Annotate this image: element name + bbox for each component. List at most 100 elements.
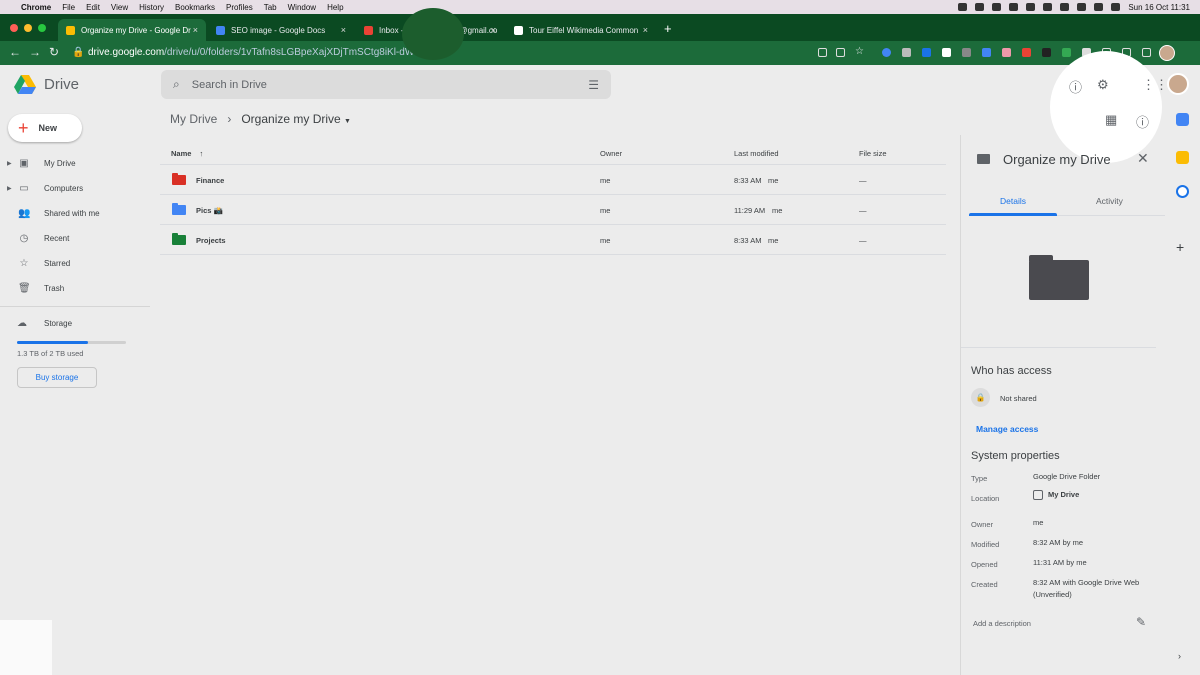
tab-close-icon[interactable]: × xyxy=(341,25,346,35)
file-modified-by: me xyxy=(768,176,779,185)
column-header-size[interactable]: File size xyxy=(859,149,887,158)
add-addon-icon[interactable]: + xyxy=(1176,239,1184,255)
tab-organize-my-drive[interactable]: Organize my Drive - Google Dr × xyxy=(58,19,206,41)
chrome-profile-avatar[interactable] xyxy=(1159,45,1175,61)
extension-icon[interactable] xyxy=(962,48,971,57)
window-close-button[interactable] xyxy=(10,24,18,32)
menu-tab[interactable]: Tab xyxy=(264,3,277,12)
tab-close-icon[interactable]: × xyxy=(491,25,496,35)
bookmark-star-icon[interactable]: ☆ xyxy=(855,46,864,57)
menu-edit[interactable]: Edit xyxy=(86,3,100,12)
extension-icon[interactable] xyxy=(1022,48,1031,57)
menu-help[interactable]: Help xyxy=(327,3,343,12)
tray-app-icon[interactable] xyxy=(1043,3,1053,11)
tab-close-icon[interactable]: × xyxy=(643,25,648,35)
breadcrumb-my-drive[interactable]: My Drive xyxy=(170,112,217,126)
extension-icon[interactable] xyxy=(1042,48,1051,57)
sidebar-item-trash[interactable]: 🗑 Trash xyxy=(0,278,150,298)
file-row-finance[interactable]: Finance me 8:33 AM me — xyxy=(160,165,946,195)
column-header-modified[interactable]: Last modified xyxy=(734,149,779,158)
extension-icon[interactable] xyxy=(902,48,911,57)
menubar-clock[interactable]: Sun 16 Oct 11:31 xyxy=(1128,3,1190,12)
extension-icon[interactable] xyxy=(1062,48,1071,57)
reload-icon[interactable]: ↻ xyxy=(49,45,59,59)
calendar-icon[interactable] xyxy=(1176,113,1189,126)
new-button[interactable]: + New xyxy=(8,114,82,142)
lock-icon[interactable]: 🔒 xyxy=(72,47,84,58)
file-row-projects[interactable]: Projects me 8:33 AM me — xyxy=(160,225,946,255)
apps-grid-icon[interactable]: ⋮⋮ xyxy=(1142,77,1168,93)
sort-arrow-up-icon[interactable]: ↑ xyxy=(200,149,204,158)
window-zoom-button[interactable] xyxy=(38,24,46,32)
search-icon[interactable] xyxy=(1111,3,1121,11)
prop-value-location[interactable]: My Drive xyxy=(1033,489,1153,501)
sidebar-item-recent[interactable]: ◷ Recent xyxy=(0,228,150,248)
tab-details[interactable]: Details xyxy=(1000,196,1026,206)
menu-app-name[interactable]: Chrome xyxy=(21,3,51,12)
extension-icon[interactable] xyxy=(1002,48,1011,57)
settings-gear-icon[interactable]: ⚙ xyxy=(1097,77,1109,93)
tray-app-icon[interactable] xyxy=(992,3,1002,11)
back-icon[interactable]: ← xyxy=(9,45,21,59)
add-description-input[interactable]: Add a description xyxy=(973,619,1031,628)
breadcrumb-current-folder[interactable]: Organize my Drive ▼ xyxy=(241,112,351,126)
sidebar-item-storage[interactable]: ☁ Storage xyxy=(0,313,150,333)
close-icon[interactable]: ✕ xyxy=(1137,150,1149,167)
menu-window[interactable]: Window xyxy=(288,3,316,12)
new-tab-button[interactable]: + xyxy=(664,21,672,36)
tray-app-icon[interactable] xyxy=(1009,3,1019,11)
expand-caret-icon[interactable]: ▶ xyxy=(7,160,12,167)
menu-file[interactable]: File xyxy=(62,3,75,12)
details-info-icon[interactable]: ⓘ xyxy=(1136,112,1149,131)
sidebar-item-my-drive[interactable]: ▶ ▣ My Drive xyxy=(0,153,150,173)
sidebar-item-shared[interactable]: 👥 Shared with me xyxy=(0,203,150,223)
menu-history[interactable]: History xyxy=(139,3,164,12)
drive-triangle-icon xyxy=(14,75,36,94)
tray-app-icon[interactable] xyxy=(958,3,968,11)
tray-app-icon[interactable] xyxy=(1060,3,1070,11)
menu-profiles[interactable]: Profiles xyxy=(226,3,253,12)
buy-storage-button[interactable]: Buy storage xyxy=(17,367,97,388)
side-panel-icon[interactable] xyxy=(1142,48,1151,57)
menu-bookmarks[interactable]: Bookmarks xyxy=(175,3,215,12)
tab-seo-image[interactable]: SEO image - Google Docs × xyxy=(208,19,354,41)
menu-view[interactable]: View xyxy=(111,3,128,12)
keep-icon[interactable] xyxy=(1176,151,1189,164)
tab-close-icon[interactable]: × xyxy=(193,25,198,35)
file-row-pics[interactable]: Pics 📸 me 11:29 AM me — xyxy=(160,195,946,225)
grid-view-icon[interactable]: ▦ xyxy=(1105,112,1117,128)
wifi-icon[interactable] xyxy=(1094,3,1104,11)
address-bar[interactable]: drive.google.com/drive/u/0/folders/1vTaf… xyxy=(88,47,421,58)
column-header-owner[interactable]: Owner xyxy=(600,149,622,158)
location-link[interactable]: My Drive xyxy=(1048,489,1079,501)
extension-icon[interactable] xyxy=(942,48,951,57)
chevron-right-icon[interactable]: › xyxy=(1178,651,1181,661)
manage-access-link[interactable]: Manage access xyxy=(976,424,1038,434)
tray-app-icon[interactable] xyxy=(1077,3,1087,11)
account-avatar[interactable] xyxy=(1167,73,1189,95)
drive-logo[interactable]: Drive xyxy=(14,75,79,94)
sidebar-item-label: Shared with me xyxy=(44,208,100,218)
sidebar-item-computers[interactable]: ▶ ▭ Computers xyxy=(0,178,150,198)
search-icon[interactable]: ⌕ xyxy=(173,77,180,92)
tab-tour-eiffel[interactable]: Tour Eiffel Wikimedia Common × xyxy=(506,19,656,41)
tray-app-icon[interactable] xyxy=(1026,3,1036,11)
tasks-icon[interactable] xyxy=(1176,185,1189,198)
tab-activity[interactable]: Activity xyxy=(1096,196,1123,206)
tray-app-icon[interactable] xyxy=(975,3,985,11)
search-bar[interactable]: ⌕ Search in Drive ☰ xyxy=(161,70,611,99)
window-minimize-button[interactable] xyxy=(24,24,32,32)
expand-caret-icon[interactable]: ▶ xyxy=(7,185,12,192)
help-icon[interactable]: ⓘ xyxy=(1069,77,1082,96)
search-input[interactable]: Search in Drive xyxy=(192,79,267,91)
extension-icon[interactable] xyxy=(982,48,991,57)
forward-icon[interactable]: → xyxy=(29,45,41,59)
share-icon[interactable] xyxy=(836,48,845,57)
extension-icon[interactable] xyxy=(922,48,931,57)
search-options-icon[interactable]: ☰ xyxy=(588,78,599,92)
install-app-icon[interactable] xyxy=(818,48,827,57)
sidebar-item-starred[interactable]: ☆ Starred xyxy=(0,253,150,273)
column-header-name[interactable]: Name ↑ xyxy=(171,149,203,158)
edit-pencil-icon[interactable]: ✎ xyxy=(1136,615,1146,629)
extension-icon[interactable] xyxy=(882,48,891,57)
